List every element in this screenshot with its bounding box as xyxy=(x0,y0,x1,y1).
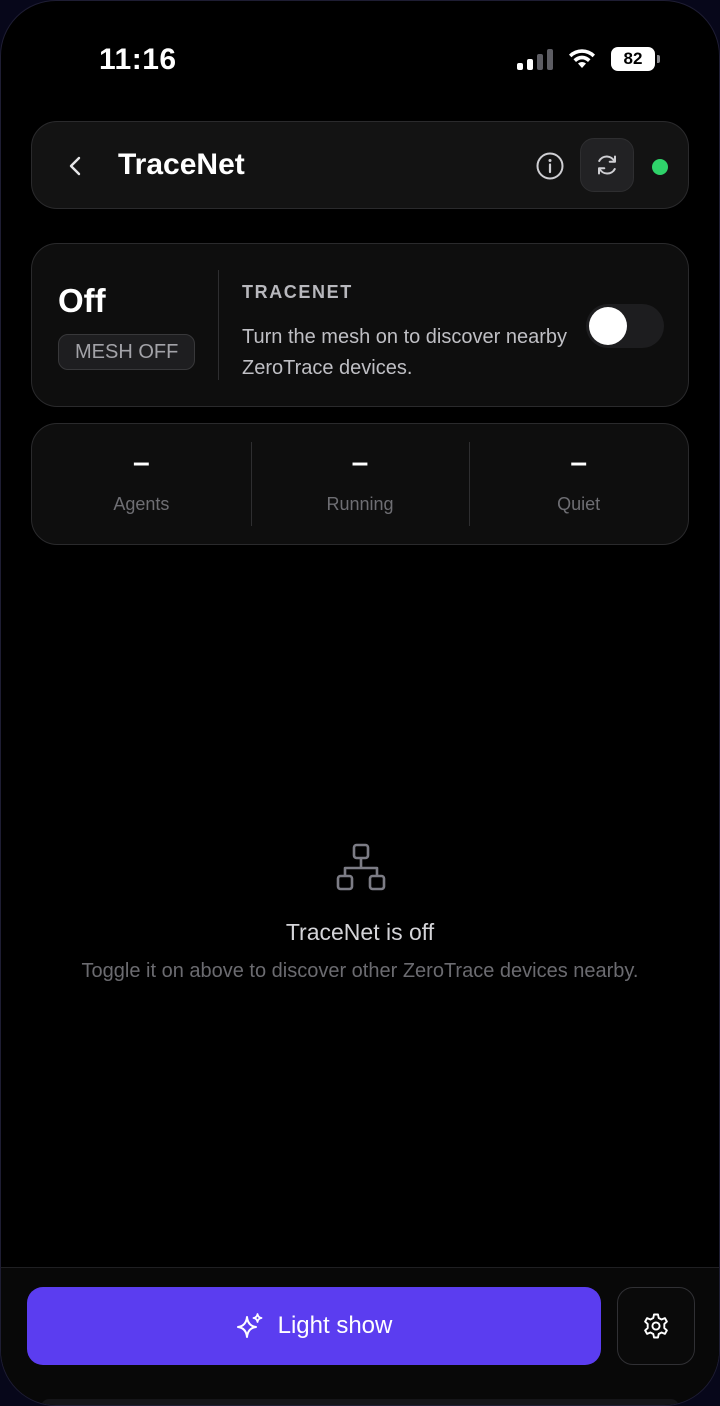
divider xyxy=(218,270,219,380)
mesh-description: Turn the mesh on to discover nearby Zero… xyxy=(242,326,567,379)
page-title: TraceNet xyxy=(118,148,245,181)
connection-status-dot xyxy=(652,159,668,175)
info-icon xyxy=(536,152,564,180)
mesh-status-card: Off MESH OFF TRACENET Turn the mesh on t… xyxy=(31,243,689,407)
refresh-icon xyxy=(598,155,616,175)
stat-running: – Running xyxy=(250,424,470,544)
settings-button[interactable] xyxy=(617,1287,695,1365)
battery-icon: 82 xyxy=(611,47,660,71)
stats-card: – Agents – Running – Quiet xyxy=(31,423,689,545)
info-button[interactable] xyxy=(528,144,572,188)
home-indicator xyxy=(41,1399,679,1405)
phone-screen: 11:16 82 TraceNet Off MESH OFF TRACENET … xyxy=(0,0,720,1406)
mesh-status-badge: MESH OFF xyxy=(58,334,196,370)
empty-state-title: TraceNet is off xyxy=(285,919,435,945)
empty-state-subtitle: Toggle it on above to discover other Zer… xyxy=(81,960,639,982)
stat-agents: – Agents xyxy=(32,424,251,544)
gear-icon xyxy=(644,1313,668,1339)
bottom-bar: Light show xyxy=(1,1267,719,1405)
sparkles-icon xyxy=(236,1313,263,1338)
header-bar: TraceNet xyxy=(31,121,689,209)
chevron-left-icon xyxy=(69,156,81,176)
light-show-label: Light show xyxy=(277,1312,393,1339)
status-icons: 82 xyxy=(517,47,660,71)
stat-label: Running xyxy=(326,494,394,514)
stat-label: Quiet xyxy=(557,494,601,514)
wifi-icon xyxy=(569,49,595,68)
stat-quiet: – Quiet xyxy=(469,424,688,544)
stat-value: – xyxy=(132,446,150,479)
mesh-state: Off xyxy=(58,282,106,319)
toggle-knob xyxy=(589,307,627,345)
stat-label: Agents xyxy=(113,494,170,514)
stat-value: – xyxy=(570,446,588,479)
back-button[interactable] xyxy=(54,144,98,188)
stat-value: – xyxy=(351,446,369,479)
refresh-button[interactable] xyxy=(580,138,634,192)
network-icon xyxy=(336,843,386,891)
mesh-toggle[interactable] xyxy=(586,304,664,348)
cellular-signal-icon xyxy=(517,48,553,70)
mesh-section-label: TRACENET xyxy=(242,282,353,302)
status-time: 11:16 xyxy=(99,43,177,76)
light-show-button[interactable]: Light show xyxy=(27,1287,601,1365)
